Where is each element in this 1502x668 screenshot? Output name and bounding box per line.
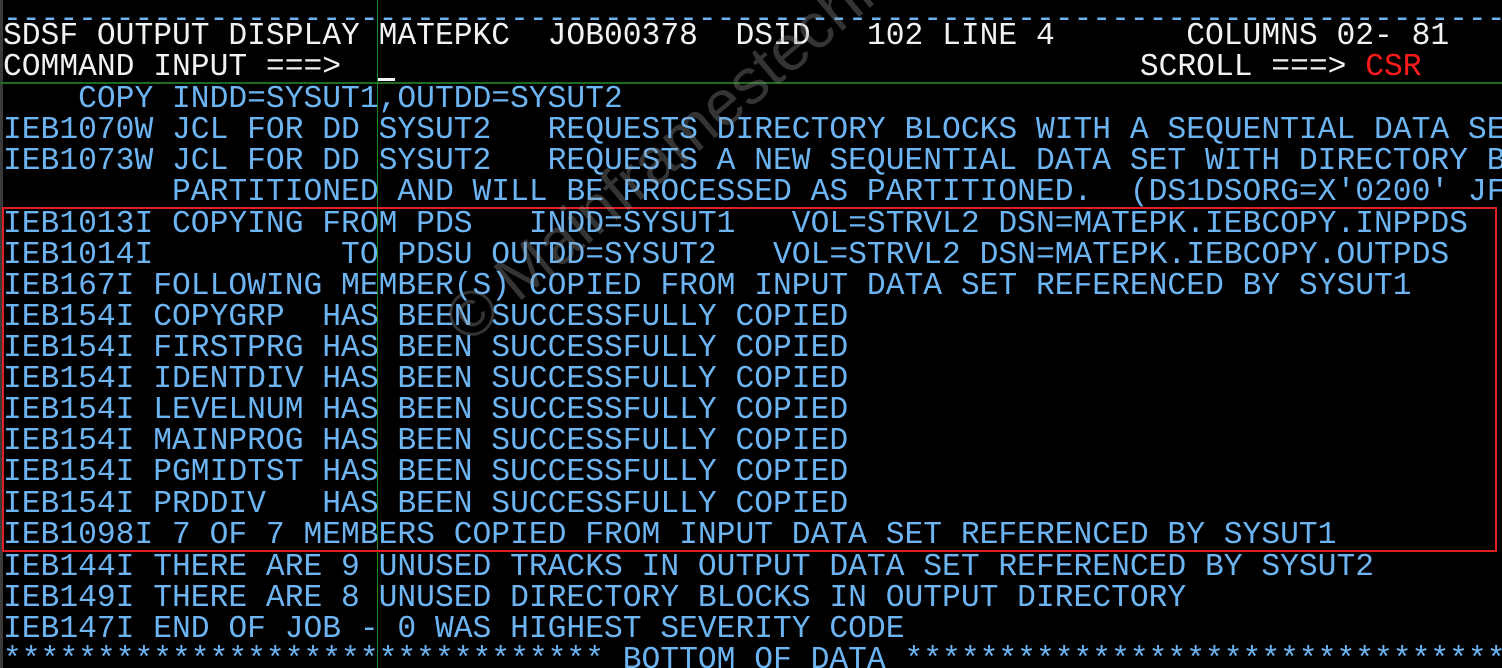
line-value: 4 <box>1035 19 1055 54</box>
line-label: LINE <box>942 19 1018 54</box>
scroll-label: SCROLL ===> <box>1139 50 1347 85</box>
command-line: COMMAND INPUT ===> SCROLL ===> CSR <box>3 52 1422 83</box>
output-line: IEB167I FOLLOWING MEMBER(S) COPIED FROM … <box>3 269 1412 304</box>
output-line: IEB154I PGMIDTST HAS BEEN SUCCESSFULLY C… <box>3 455 849 490</box>
output-line: IEB144I THERE ARE 9 UNUSED TRACKS IN OUT… <box>3 550 1375 585</box>
output-line: IEB1070W JCL FOR DD SYSUT2 REQUESTS DIRE… <box>3 113 1502 148</box>
columns-value: 02- 81 <box>1336 19 1450 54</box>
output-line: IEB154I COPYGRP HAS BEEN SUCCESSFULLY CO… <box>3 300 849 335</box>
output-line: IEB1013I COPYING FROM PDS INDD=SYSUT1 VO… <box>3 207 1468 242</box>
output-line: COPY INDD=SYSUT1,OUTDD=SYSUT2 <box>3 82 623 117</box>
output-line: IEB1098I 7 OF 7 MEMBERS COPIED FROM INPU… <box>3 518 1337 553</box>
output-line: PARTITIONED AND WILL BE PROCESSED AS PAR… <box>3 175 1502 210</box>
sdsf-terminal-screen: ----------------------------------------… <box>0 0 1502 668</box>
output-line: IEB154I IDENTDIV HAS BEEN SUCCESSFULLY C… <box>3 362 849 397</box>
output-line: IEB1014I TO PDSU OUTDD=SYSUT2 VOL=STRVL2… <box>3 238 1450 273</box>
dsid-value: 102 <box>866 19 924 54</box>
scroll-amount-field[interactable]: CSR <box>1365 50 1421 85</box>
output-line: IEB1073W JCL FOR DD SYSUT2 REQUESTS A NE… <box>3 144 1502 179</box>
job-id: JOB00378 <box>547 19 698 54</box>
header-title-line: SDSF OUTPUT DISPLAY MATEPKC JOB00378 DSI… <box>3 21 1449 52</box>
command-input-label: COMMAND INPUT ===> <box>3 50 342 85</box>
text-cursor <box>378 78 395 81</box>
job-name: MATEPKC <box>378 19 511 54</box>
output-line: IEB149I THERE ARE 8 UNUSED DIRECTORY BLO… <box>3 581 1187 616</box>
panel-title: SDSF OUTPUT DISPLAY <box>3 19 360 54</box>
output-line: IEB154I PRDDIV HAS BEEN SUCCESSFULLY COP… <box>3 487 849 522</box>
bottom-of-data-line: ******************************** BOTTOM … <box>3 643 1502 668</box>
output-line: IEB154I FIRSTPRG HAS BEEN SUCCESSFULLY C… <box>3 331 849 366</box>
output-line: IEB147I END OF JOB - 0 WAS HIGHEST SEVER… <box>3 612 905 647</box>
columns-label: COLUMNS <box>1186 19 1318 54</box>
column-guide-line <box>377 0 378 668</box>
output-line: IEB154I LEVELNUM HAS BEEN SUCCESSFULLY C… <box>3 393 849 428</box>
output-line: IEB154I MAINPROG HAS BEEN SUCCESSFULLY C… <box>3 424 849 459</box>
dsid-label: DSID <box>735 19 811 54</box>
